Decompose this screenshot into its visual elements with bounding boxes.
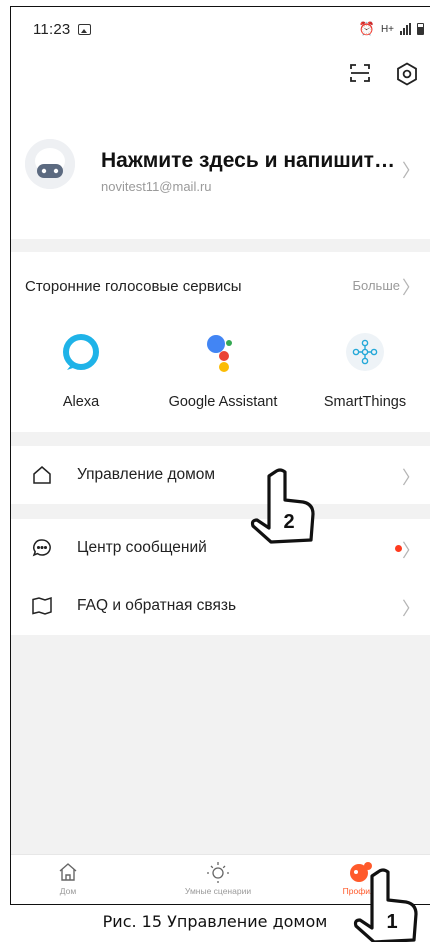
service-alexa[interactable]: Alexa xyxy=(11,330,151,410)
pointer-number: 2 xyxy=(283,511,294,533)
service-label: Alexa xyxy=(62,394,100,410)
sun-icon xyxy=(168,859,268,885)
chevron-right-icon: 〉 xyxy=(402,468,420,488)
top-actions-bar xyxy=(11,51,430,107)
smartthings-icon xyxy=(295,330,430,374)
home-outline-icon xyxy=(33,466,51,484)
robot-avatar-icon xyxy=(25,139,75,189)
status-bar: 11:23 ⏰ H+ xyxy=(11,7,430,51)
chevron-right-icon: 〉 xyxy=(402,278,420,298)
tab-label: Дом xyxy=(59,886,77,896)
signal-icon xyxy=(400,23,411,35)
chevron-right-icon: 〉 xyxy=(402,541,420,561)
status-indicators: ⏰ H+ xyxy=(359,21,424,37)
settings-list-section: Центр сообщений 〉 FAQ и обратная связь 〉 xyxy=(11,519,430,635)
home-management-section: Управление домом 〉 xyxy=(11,446,430,504)
menu-item-message-center[interactable]: Центр сообщений 〉 xyxy=(11,519,430,577)
avatar[interactable] xyxy=(25,139,75,189)
chat-bubble-icon xyxy=(32,539,51,557)
phone-screen: 11:23 ⏰ H+ Нажмите здесь и напишите с...… xyxy=(10,6,430,905)
voice-services-section: Сторонние голосовые сервисы Больше 〉 Ale… xyxy=(11,252,430,432)
chevron-right-icon: 〉 xyxy=(402,161,420,181)
service-label: Google Assistant xyxy=(168,394,278,410)
profile-header[interactable]: Нажмите здесь и напишите с... novitest11… xyxy=(11,107,430,239)
home-icon xyxy=(18,859,118,885)
scan-icon[interactable] xyxy=(348,61,372,85)
book-open-icon xyxy=(32,596,52,615)
service-label: SmartThings xyxy=(323,394,407,410)
google-assistant-icon xyxy=(153,330,293,374)
unread-badge-dot xyxy=(395,545,402,552)
profile-email: novitest11@mail.ru xyxy=(101,179,212,194)
service-smartthings[interactable]: SmartThings xyxy=(295,330,430,410)
pointing-hand-annotation-2: 2 xyxy=(250,468,315,544)
alexa-icon xyxy=(11,330,151,374)
menu-item-label: Управление домом xyxy=(77,466,216,483)
settings-icon[interactable] xyxy=(394,61,420,87)
status-time: 11:23 xyxy=(33,20,71,38)
profile-name[interactable]: Нажмите здесь и напишите с... xyxy=(101,149,401,173)
menu-item-label: FAQ и обратная связь xyxy=(77,597,237,614)
service-google-assistant[interactable]: Google Assistant xyxy=(153,330,293,410)
menu-item-label: Центр сообщений xyxy=(77,539,207,556)
menu-item-faq[interactable]: FAQ и обратная связь 〉 xyxy=(11,577,430,635)
image-notification-icon xyxy=(78,23,92,35)
battery-icon xyxy=(417,23,424,35)
voice-services-title: Сторонние голосовые сервисы xyxy=(25,278,242,295)
tab-home[interactable]: Дом xyxy=(18,859,118,896)
tab-label: Умные сценарии xyxy=(184,886,252,896)
chevron-right-icon: 〉 xyxy=(402,599,420,619)
tab-smart-scenes[interactable]: Умные сценарии xyxy=(168,859,268,896)
alarm-icon: ⏰ xyxy=(358,21,375,36)
figure-caption: Рис. 15 Управление домом xyxy=(102,912,328,931)
network-type: H+ xyxy=(380,23,394,35)
voice-services-more-link[interactable]: Больше xyxy=(353,278,401,293)
menu-item-home-management[interactable]: Управление домом 〉 xyxy=(11,446,430,504)
